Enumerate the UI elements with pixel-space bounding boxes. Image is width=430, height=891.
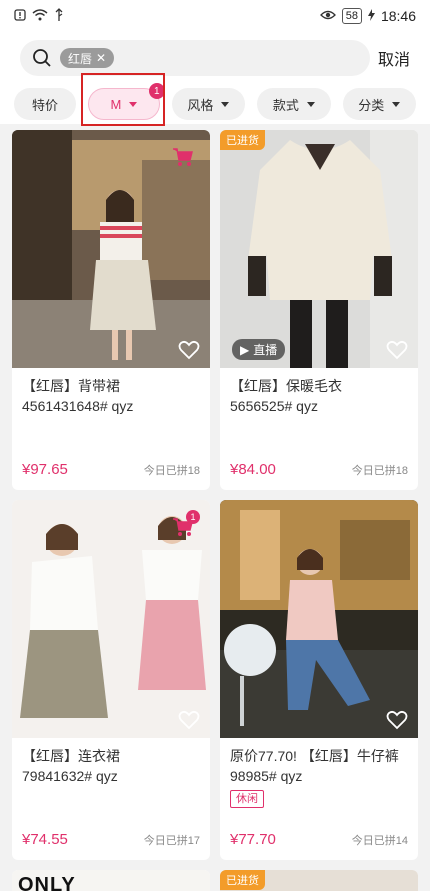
product-card[interactable]: 【红唇】背带裙 4561431648# qyz ¥97.65 今日已拼18 xyxy=(12,130,210,490)
product-image[interactable] xyxy=(12,130,210,368)
search-header: 红唇 ✕ 取消 xyxy=(0,32,430,84)
product-price: ¥77.70 xyxy=(230,831,276,848)
product-description: 原价77.70! 【红唇】牛仔裤 98985# qyz 休闲 xyxy=(220,738,418,822)
search-input[interactable]: 红唇 ✕ xyxy=(20,40,370,76)
cart-count-badge: 1 xyxy=(186,510,200,524)
product-card[interactable]: 1 【红唇】连衣裙 79841632# qyz ¥74.55 今日已拼17 xyxy=(12,500,210,860)
filter-label: 款式 xyxy=(272,97,299,113)
play-icon: ▶ xyxy=(240,342,250,357)
search-chip[interactable]: 红唇 ✕ xyxy=(60,48,115,68)
alert-icon xyxy=(14,9,26,23)
close-icon[interactable]: ✕ xyxy=(96,51,106,65)
product-sold-count: 今日已拼17 xyxy=(143,835,200,847)
product-price: ¥74.55 xyxy=(22,831,68,848)
clock: 18:46 xyxy=(380,8,416,24)
product-code: 79841632# qyz xyxy=(22,768,118,784)
product-description: 【红唇】连衣裙 79841632# qyz xyxy=(12,738,210,822)
product-code: 98985# qyz xyxy=(230,768,303,784)
charging-icon xyxy=(367,9,375,23)
product-code: 5656525# qyz xyxy=(230,398,318,414)
chevron-down-icon xyxy=(221,101,230,107)
live-label: 直播 xyxy=(253,343,278,357)
brand-logo: ONLY xyxy=(18,874,76,891)
heart-icon[interactable] xyxy=(178,710,200,730)
product-image[interactable]: 已进货 xyxy=(220,870,418,891)
product-description: 【红唇】保暖毛衣 5656525# qyz xyxy=(220,368,418,452)
product-price: ¥97.65 xyxy=(22,461,68,478)
product-title: 【红唇】连衣裙 xyxy=(22,748,120,764)
chevron-down-icon xyxy=(392,101,401,107)
product-image[interactable] xyxy=(220,500,418,738)
product-card[interactable]: 原价77.70! 【红唇】牛仔裤 98985# qyz 休闲 ¥77.70 今日… xyxy=(220,500,418,860)
stocked-tag: 已进货 xyxy=(220,130,265,150)
filter-type[interactable]: 款式 xyxy=(257,88,331,120)
filter-label: 分类 xyxy=(358,97,385,113)
wifi-icon xyxy=(32,9,48,23)
cart-icon[interactable]: 1 xyxy=(172,510,200,538)
cancel-button[interactable]: 取消 xyxy=(378,46,410,70)
filter-size[interactable]: M 1 xyxy=(88,83,165,120)
live-badge[interactable]: ▶ 直播 xyxy=(232,339,286,360)
status-bar: 58 18:46 xyxy=(0,0,430,32)
product-code: 4561431648# qyz xyxy=(22,398,134,414)
filter-sale[interactable]: 特价 xyxy=(14,88,77,120)
product-sold-count: 今日已拼18 xyxy=(143,465,200,477)
chevron-down-icon xyxy=(129,101,138,107)
filter-count-badge: 1 xyxy=(148,83,165,99)
search-icon xyxy=(32,48,52,68)
filter-bar: 特价 M 1 风格 款式 分类 xyxy=(0,83,430,124)
usb-icon xyxy=(54,8,64,24)
product-title: 原价77.70! 【红唇】牛仔裤 xyxy=(230,748,399,764)
heart-icon[interactable] xyxy=(178,340,200,360)
eye-icon xyxy=(319,9,336,23)
heart-icon[interactable] xyxy=(386,710,408,730)
product-sold-count: 今日已拼18 xyxy=(351,465,408,477)
style-tag: 休闲 xyxy=(230,790,264,808)
product-description: 【红唇】背带裙 4561431648# qyz xyxy=(12,368,210,452)
stocked-tag: 已进货 xyxy=(220,870,265,890)
chevron-down-icon xyxy=(306,101,315,107)
product-grid: 【红唇】背带裙 4561431648# qyz ¥97.65 今日已拼18 已进… xyxy=(12,130,418,891)
product-image[interactable]: 已进货 ▶ 直播 xyxy=(220,130,418,368)
filter-style[interactable]: 风格 xyxy=(171,88,246,120)
filter-label: 特价 xyxy=(32,97,59,113)
heart-icon[interactable] xyxy=(386,340,408,360)
cart-icon[interactable] xyxy=(172,146,194,168)
product-card[interactable]: 已进货 ▶ 直播 【红唇】保暖毛衣 5656525# qyz ¥84.00 今日… xyxy=(220,130,418,490)
product-image[interactable]: ONLY xyxy=(12,870,210,891)
product-title: 【红唇】背带裙 xyxy=(22,378,120,394)
filter-category[interactable]: 分类 xyxy=(342,88,416,120)
product-card[interactable]: ONLY xyxy=(12,870,210,891)
product-sold-count: 今日已拼14 xyxy=(351,835,408,847)
filter-label: M xyxy=(110,96,122,112)
filter-label: 风格 xyxy=(187,97,214,113)
product-price: ¥84.00 xyxy=(230,461,276,478)
product-image[interactable]: 1 xyxy=(12,500,210,738)
product-title: 【红唇】保暖毛衣 xyxy=(230,378,342,394)
battery-indicator: 58 xyxy=(341,8,362,24)
search-chip-label: 红唇 xyxy=(68,51,93,66)
product-card[interactable]: 已进货 xyxy=(220,870,418,891)
